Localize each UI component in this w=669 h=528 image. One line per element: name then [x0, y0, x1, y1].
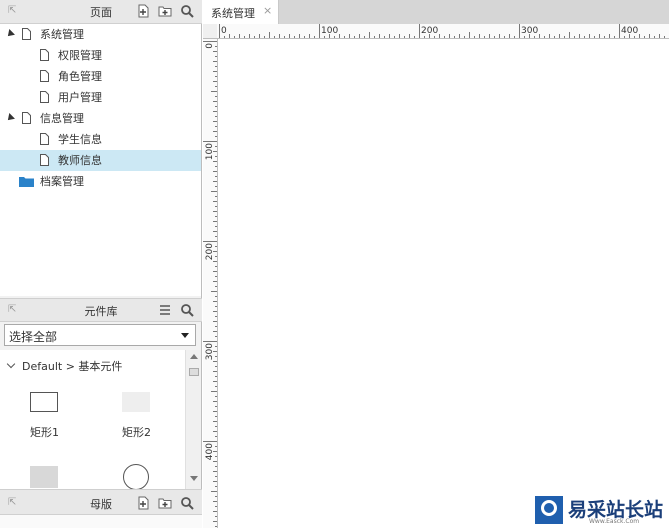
ruler-label: 200	[421, 26, 438, 36]
tree-item-archives[interactable]: 档案管理	[0, 171, 201, 192]
tree-item-students[interactable]: 学生信息	[0, 129, 201, 150]
tree-item-roles[interactable]: 角色管理	[0, 66, 201, 87]
tree-item-users[interactable]: 用户管理	[0, 87, 201, 108]
tree-item-label: 教师信息	[58, 154, 102, 167]
ruler-corner	[203, 24, 218, 39]
expand-caret-icon[interactable]	[5, 29, 15, 39]
tree-item-label: 信息管理	[40, 112, 84, 125]
ruler-label: 400	[621, 26, 638, 36]
page-icon	[40, 154, 49, 166]
add-page-icon[interactable]	[136, 4, 150, 18]
tab-label: 系统管理	[211, 7, 255, 20]
scroll-thumb[interactable]	[189, 368, 199, 376]
masters-list	[0, 515, 202, 528]
add-folder-icon[interactable]	[158, 496, 172, 510]
vertical-ruler: 0 100 200 300 400	[203, 39, 218, 528]
ruler-label: 0	[205, 43, 215, 49]
page-icon	[40, 91, 49, 103]
ruler-label: 400	[205, 443, 215, 460]
tree-item-label: 系统管理	[40, 28, 84, 41]
widget-rectangle3[interactable]	[30, 466, 58, 488]
tree-item-label: 用户管理	[58, 91, 102, 104]
page-icon	[22, 28, 31, 40]
page-icon	[40, 49, 49, 61]
ruler-label: 200	[205, 243, 215, 260]
watermark-url: Www.Easck.Com	[589, 518, 640, 525]
tree-item-label: 角色管理	[58, 70, 102, 83]
tree-item-label: 档案管理	[40, 175, 84, 188]
horizontal-ruler: 0 100 200 300 400	[217, 24, 669, 39]
chevron-down-icon	[181, 333, 189, 338]
page-icon	[22, 112, 31, 124]
tree-item-label: 学生信息	[58, 133, 102, 146]
library-select-value: 选择全部	[9, 330, 58, 344]
tree-item-permissions[interactable]: 权限管理	[0, 45, 201, 66]
tree-item-teachers[interactable]: 教师信息	[0, 150, 201, 171]
pages-tree: 系统管理 权限管理 角色管理 用户管理 信息管理 学生信息 教师信息 档案管理	[0, 24, 201, 296]
site-logo	[535, 496, 563, 524]
page-icon	[40, 70, 49, 82]
widget-rectangle1[interactable]	[30, 392, 58, 412]
watermark: 易采站长站 Www.Easck.Com	[535, 496, 669, 528]
widget-ellipse[interactable]	[123, 464, 149, 489]
widget-group-title[interactable]: Default > 基本元件	[6, 358, 123, 374]
chevron-down-icon	[6, 359, 16, 369]
widget-label: 矩形1	[30, 426, 59, 439]
widgets-list: Default > 基本元件 矩形1 矩形2	[0, 350, 185, 489]
search-icon[interactable]	[180, 4, 194, 18]
editor-tabs: 系统管理 ×	[203, 0, 669, 24]
widget-label: 矩形2	[122, 426, 151, 439]
tab-system-management[interactable]: 系统管理 ×	[203, 0, 279, 24]
ruler-label: 100	[205, 143, 215, 160]
ruler-label: 100	[321, 26, 338, 36]
scroll-down-icon[interactable]	[190, 476, 198, 481]
masters-panel-header: ⇱ 母版	[0, 489, 202, 515]
tree-item-system[interactable]: 系统管理	[0, 24, 201, 45]
scroll-up-icon[interactable]	[190, 354, 198, 359]
pages-panel-header: ⇱ 页面	[0, 0, 202, 24]
add-folder-icon[interactable]	[158, 4, 172, 18]
widgets-scrollbar[interactable]	[185, 350, 201, 489]
add-master-icon[interactable]	[136, 496, 150, 510]
widget-group-label: Default > 基本元件	[22, 360, 123, 373]
design-canvas[interactable]	[218, 40, 669, 528]
ruler-label: 300	[521, 26, 538, 36]
ruler-label: 0	[221, 26, 227, 36]
search-icon[interactable]	[180, 496, 194, 510]
page-icon	[40, 133, 49, 145]
left-panel: ⇱ 页面 系统管理 权限管理 角色管理 用户管理 信息管理 学生信息 教师信息 …	[0, 0, 202, 528]
widgets-panel-header: ⇱ 元件库	[0, 298, 202, 322]
widget-rectangle2[interactable]	[122, 392, 150, 412]
close-icon[interactable]: ×	[263, 4, 272, 17]
menu-icon[interactable]	[158, 303, 172, 317]
tree-item-label: 权限管理	[58, 49, 102, 62]
ruler-label: 300	[205, 343, 215, 360]
folder-icon	[19, 177, 34, 187]
search-icon[interactable]	[180, 303, 194, 317]
library-select[interactable]: 选择全部	[4, 324, 196, 346]
tree-item-info[interactable]: 信息管理	[0, 108, 201, 129]
expand-caret-icon[interactable]	[5, 113, 15, 123]
